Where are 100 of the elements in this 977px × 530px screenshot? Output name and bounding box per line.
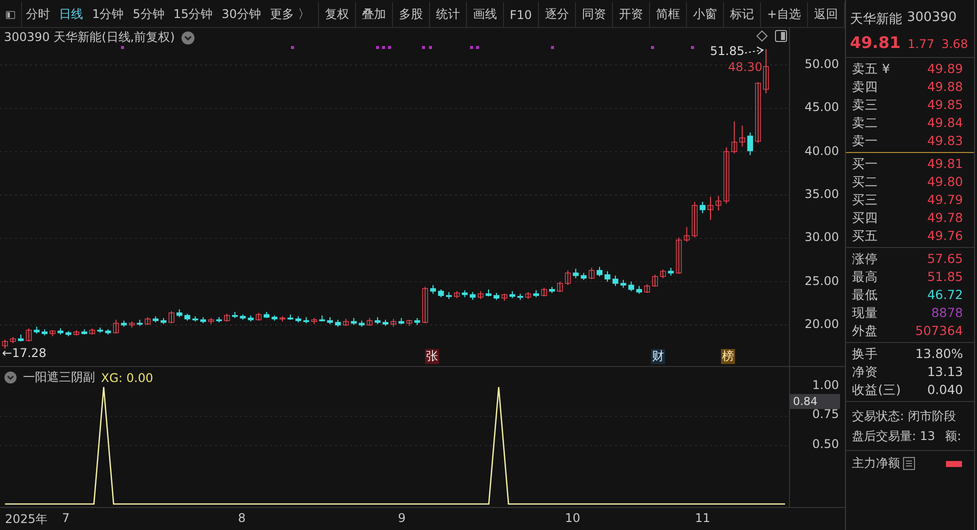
candlestick (716, 195, 722, 212)
price-change: 1.77 (908, 37, 934, 51)
candlestick (684, 226, 690, 242)
net-flow-bar (946, 460, 962, 466)
candlestick (652, 274, 658, 288)
quote-label: 换手 (852, 345, 878, 363)
axis-label: 8 (238, 511, 246, 525)
quote-value: 13.80% (915, 345, 963, 363)
indicator-name: 一阳遮三阴副 (23, 369, 95, 386)
toolbar-button[interactable]: 画线 (466, 2, 504, 27)
quote-label: 买二 (852, 173, 878, 191)
candlestick (113, 319, 119, 334)
toolbar-button[interactable]: 返回 (808, 2, 845, 27)
period-tab[interactable]: 5分钟 (132, 6, 164, 23)
quote-value: 46.72 (927, 286, 963, 304)
axis-label: 11 (695, 511, 710, 525)
quote-value: 49.78 (927, 209, 963, 227)
diamond-icon[interactable] (756, 30, 768, 42)
axis-label: 45.00 (804, 100, 839, 114)
candlestick (739, 125, 746, 147)
toolbar-button[interactable]: F10 (504, 2, 539, 27)
quote-label: 买五 (852, 227, 878, 245)
quote-label: 买四 (852, 209, 878, 227)
axis-label: 25.00 (804, 274, 839, 288)
axis-label: 20.00 (804, 316, 839, 331)
quote-value: 49.85 (927, 96, 963, 114)
panel-toggle-icon[interactable] (775, 30, 787, 42)
quote-label: 涨停 (852, 250, 878, 268)
quote-value: 0.040 (927, 381, 963, 399)
quote-label: 现量 (852, 304, 878, 322)
quote-label: 买一 (852, 155, 878, 173)
toolbar-button[interactable]: 标记 (724, 2, 761, 27)
axis-label: 35.00 (804, 186, 839, 201)
quote-value: 49.88 (927, 78, 963, 96)
quote-label: 买三 (852, 191, 878, 209)
axis-label: 0.75 (812, 407, 839, 422)
period-tab[interactable]: 15分钟 (173, 6, 213, 23)
candlestick (596, 266, 602, 277)
candlestick (755, 82, 761, 144)
quote-value: 507364 (915, 322, 963, 340)
toolbar-button[interactable]: 开资 (612, 2, 650, 27)
candlestick (422, 286, 428, 324)
axis-label: 50.00 (804, 57, 839, 71)
quote-value: 49.81 (927, 155, 963, 173)
candlestick (26, 328, 32, 342)
candlestick (564, 270, 571, 286)
chevron-down-icon[interactable] (4, 371, 17, 384)
quote-value: 57.65 (927, 250, 963, 268)
period-tab[interactable]: 1分钟 (92, 6, 124, 23)
toolbar-button[interactable]: 小窗 (686, 2, 724, 27)
period-tab[interactable]: 分时 (26, 6, 50, 23)
quote-value: 49.80 (927, 173, 963, 191)
trading-status: 交易状态: 闭市阶段 (852, 408, 957, 425)
candlestick (700, 201, 706, 214)
toolbar-button[interactable]: 复权 (318, 2, 356, 27)
candlestick (708, 196, 714, 221)
candlestick (692, 201, 698, 238)
toolbar-button[interactable]: 多股 (392, 2, 430, 27)
toolbar-button[interactable]: 叠加 (356, 2, 393, 27)
percent-change: 3.68 (941, 37, 968, 51)
toolbar-button[interactable]: 逐分 (538, 2, 576, 27)
period-tab[interactable]: 30分钟 (222, 6, 261, 23)
last-price: 49.81 (850, 33, 901, 52)
quote-value: 13.13 (927, 363, 963, 381)
quote-label: 最高 (852, 268, 878, 286)
toolbar-button[interactable]: 简框 (650, 2, 687, 27)
panel-toggle-icon[interactable] (6, 8, 16, 20)
toolbar-button[interactable]: +自选 (760, 2, 808, 27)
event-tag[interactable]: 张 (425, 349, 439, 364)
list-icon[interactable] (903, 457, 915, 470)
price-label: 51.85 (710, 44, 744, 58)
quote-value: 49.89 (927, 60, 963, 78)
candlestick (763, 48, 769, 94)
price-label: 48.30 (728, 60, 762, 74)
candlestick (747, 132, 754, 156)
axis-label: 30.00 (804, 230, 839, 244)
candlestick (628, 281, 634, 292)
candlestick (731, 120, 738, 154)
stock-code: 300390 (907, 10, 957, 27)
candlestick (723, 146, 730, 204)
quote-value: 49.84 (927, 114, 963, 132)
toolbar-button[interactable]: 统计 (430, 2, 467, 27)
period-tab[interactable]: 日线 (59, 6, 84, 23)
quote-label: 卖四 (852, 78, 878, 96)
series-name: XG (101, 370, 119, 384)
quote-value: 49.76 (927, 227, 963, 245)
event-tag[interactable]: 财 (651, 349, 665, 364)
period-tab[interactable]: 更多 〉 (270, 6, 310, 23)
event-tag[interactable]: 榜 (721, 349, 735, 364)
chevron-down-icon[interactable] (180, 30, 195, 44)
toolbar-button[interactable]: 同资 (576, 2, 613, 27)
quote-value: 8878 (931, 304, 963, 322)
after-hours-volume: 盘后交易量: 13 (852, 428, 936, 445)
axis-label: 9 (398, 511, 406, 525)
axis-label: 0.50 (812, 436, 839, 451)
axis-label: 2025年 (5, 511, 48, 528)
quote-label: 卖二 (852, 114, 878, 132)
quote-value: 51.85 (927, 268, 963, 286)
quote-value: 49.79 (927, 191, 963, 209)
candlestick (612, 275, 618, 286)
